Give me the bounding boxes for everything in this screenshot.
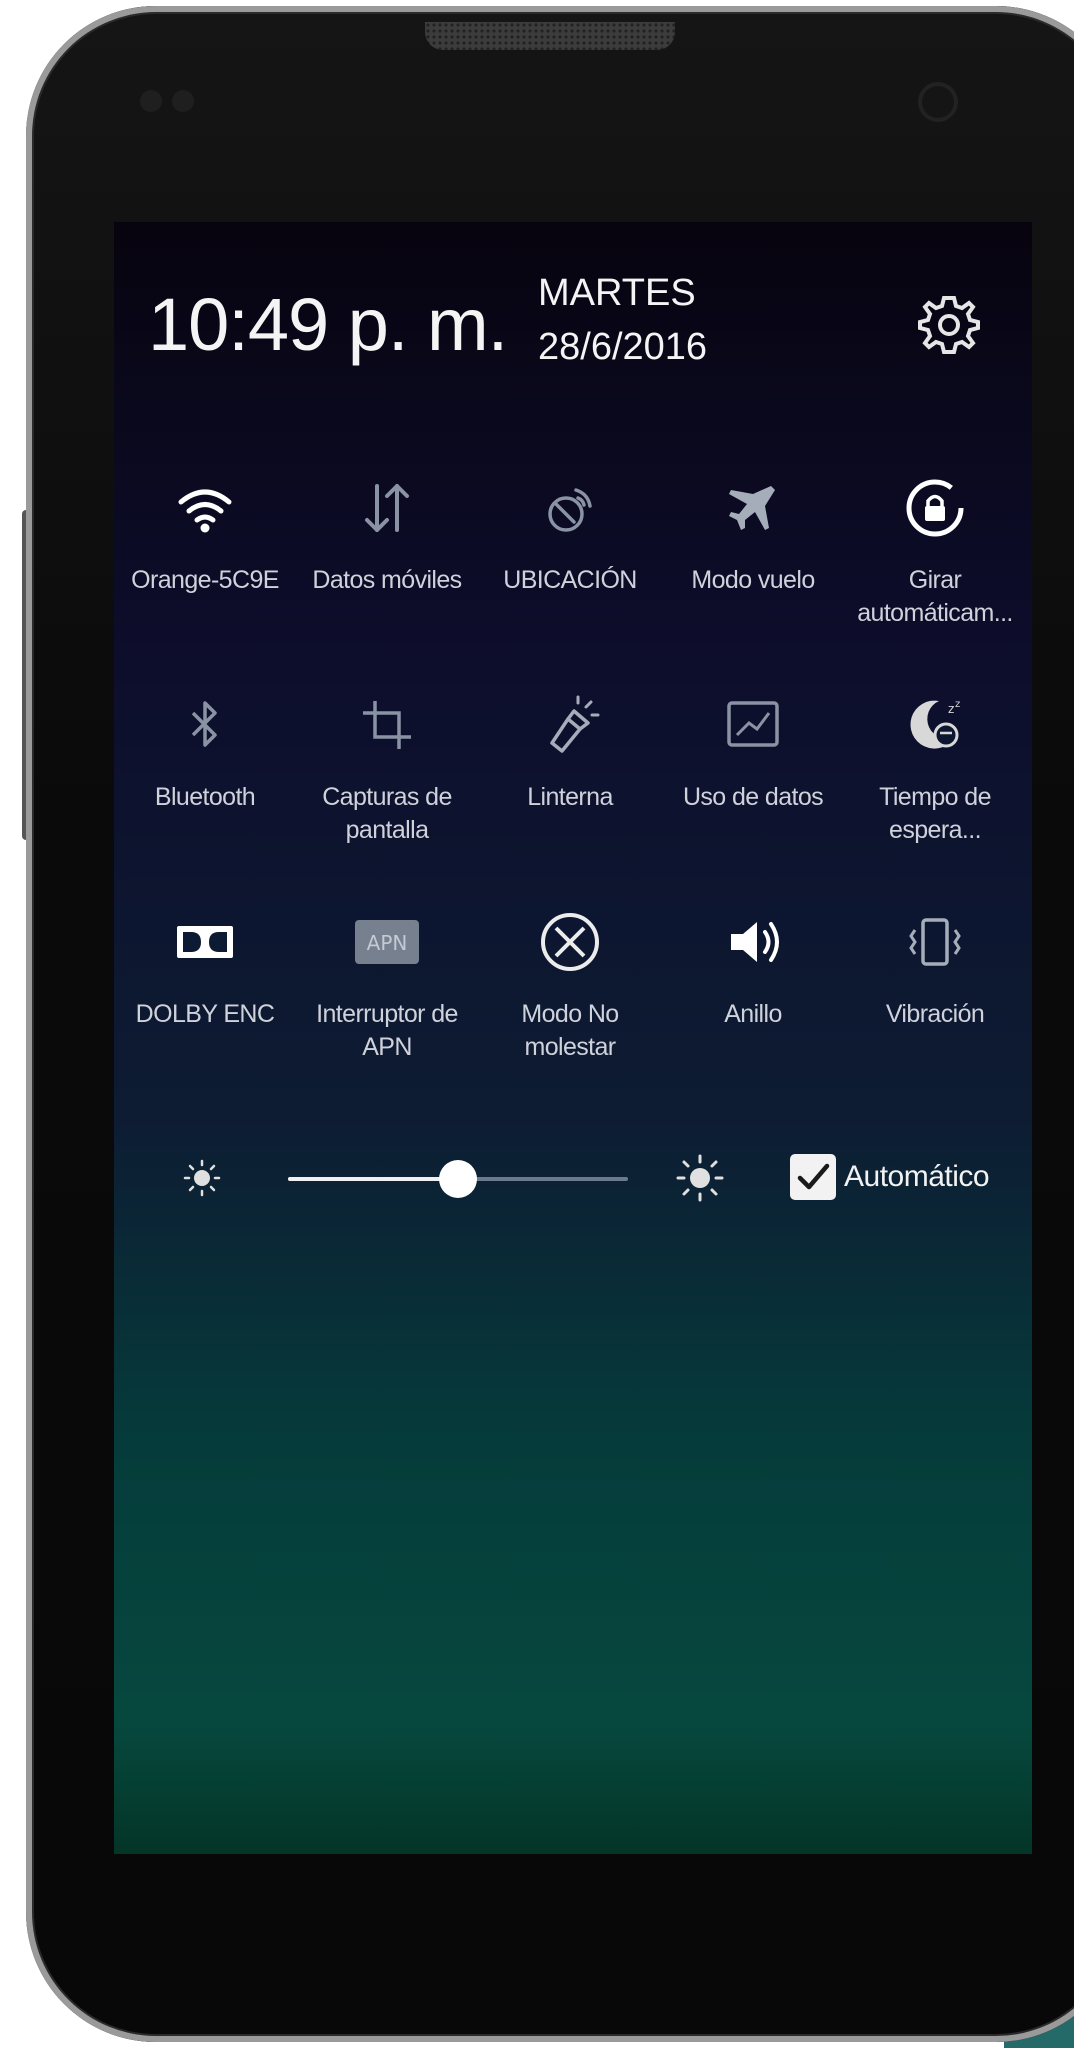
tile-auto-rotate[interactable]: Girar automáticam... — [844, 452, 1026, 662]
tile-label: Interruptor de APN — [316, 1000, 458, 1061]
mobile-data-icon — [351, 472, 423, 544]
vibrate-icon — [899, 906, 971, 978]
tile-airplane-mode[interactable]: Modo vuelo — [662, 452, 844, 662]
do-not-disturb-icon — [534, 906, 606, 978]
svg-text:z: z — [955, 699, 960, 710]
location-icon — [534, 472, 606, 544]
date[interactable]: 28/6/2016 — [538, 326, 707, 369]
bluetooth-icon — [169, 689, 241, 761]
brightness-high-icon — [674, 1152, 726, 1204]
clock[interactable]: 10:49 p. m. — [148, 282, 508, 367]
front-camera — [918, 82, 958, 122]
checkmark-icon — [797, 1163, 830, 1190]
tile-location[interactable]: UBICACIÓN — [479, 452, 661, 662]
tile-apn-switch[interactable]: APN Interruptor de APN — [296, 886, 478, 1096]
data-usage-icon — [717, 689, 789, 761]
wifi-icon — [169, 472, 241, 544]
shade-header: 10:49 p. m. MARTES 28/6/2016 — [114, 222, 1032, 382]
brightness-low-icon — [180, 1156, 224, 1200]
tile-label: Girar automáticam... — [857, 566, 1013, 627]
quick-settings-row: Orange-5C9E Datos móviles UBICACIÓN Modo… — [114, 452, 1032, 669]
svg-text:APN: APN — [367, 931, 408, 955]
tile-label: Uso de datos — [682, 783, 824, 811]
tile-label: Linterna — [527, 783, 613, 811]
speaker-volume-icon — [717, 906, 789, 978]
quick-settings-grid: Orange-5C9E Datos móviles UBICACIÓN Modo… — [114, 452, 1032, 1103]
light-sensor — [172, 90, 194, 112]
tile-label: Datos móviles — [312, 566, 462, 594]
brightness-bar: Automático — [114, 1142, 1032, 1222]
tile-label: Orange-5C9E — [131, 566, 279, 594]
svg-text:z: z — [948, 702, 954, 716]
tile-label: Vibración — [885, 1000, 985, 1028]
apn-icon: APN — [351, 906, 423, 978]
tile-label: Capturas de pantalla — [322, 783, 452, 844]
tile-wifi[interactable]: Orange-5C9E — [114, 452, 296, 662]
tile-label: Modo vuelo — [691, 566, 815, 594]
tile-screenshot[interactable]: Capturas de pantalla — [296, 669, 478, 879]
tile-label: Tiempo de espera... — [879, 783, 991, 844]
tile-bluetooth[interactable]: Bluetooth — [114, 669, 296, 879]
quick-settings-row: Bluetooth Capturas de pantalla Linterna … — [114, 669, 1032, 886]
weekday: MARTES — [538, 272, 696, 314]
tile-screen-timeout[interactable]: z z Tiempo de espera... — [844, 669, 1026, 879]
tile-label: Modo No molestar — [521, 1000, 619, 1061]
airplane-icon — [717, 472, 789, 544]
tile-label: DOLBY ENC — [135, 1000, 275, 1028]
brightness-slider[interactable] — [288, 1160, 628, 1198]
tile-do-not-disturb[interactable]: Modo No molestar — [479, 886, 661, 1096]
tile-dolby[interactable]: DOLBY ENC — [114, 886, 296, 1096]
crop-icon — [351, 689, 423, 761]
gear-icon[interactable] — [914, 290, 984, 360]
tile-ring-mode[interactable]: Anillo — [662, 886, 844, 1096]
earpiece-speaker — [425, 22, 675, 50]
quick-settings-row: DOLBY ENC APN Interruptor de APN Modo No… — [114, 886, 1032, 1103]
notification-shade: 10:49 p. m. MARTES 28/6/2016 Orange-5C9E… — [114, 222, 1032, 1854]
brightness-slider-fill — [288, 1177, 458, 1181]
proximity-sensor — [140, 90, 162, 112]
brightness-slider-thumb[interactable] — [439, 1160, 477, 1198]
dolby-icon — [169, 906, 241, 978]
auto-brightness-label[interactable]: Automático — [844, 1160, 990, 1194]
flashlight-icon — [534, 689, 606, 761]
tile-label: UBICACIÓN — [503, 566, 637, 594]
auto-brightness-checkbox[interactable] — [790, 1154, 836, 1200]
auto-rotate-icon — [899, 472, 971, 544]
tile-flashlight[interactable]: Linterna — [479, 669, 661, 879]
tile-mobile-data[interactable]: Datos móviles — [296, 452, 478, 662]
sleep-timeout-icon: z z — [899, 689, 971, 761]
tile-vibration[interactable]: Vibración — [844, 886, 1026, 1096]
tile-label: Bluetooth — [154, 783, 256, 811]
tile-data-usage[interactable]: Uso de datos — [662, 669, 844, 879]
tile-label: Anillo — [724, 1000, 782, 1028]
